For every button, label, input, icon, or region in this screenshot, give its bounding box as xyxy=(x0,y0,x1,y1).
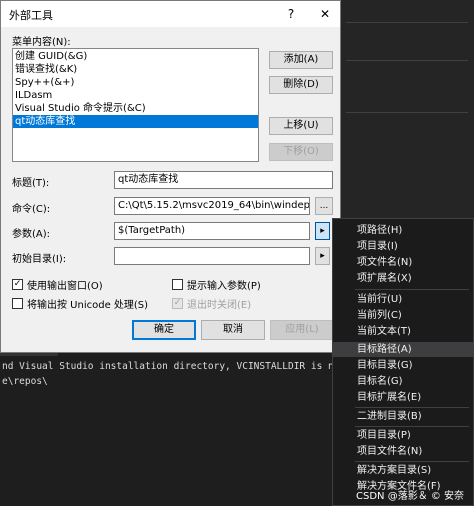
use-output-window-label: 使用输出窗口(O) xyxy=(27,281,103,292)
move-down-button[interactable]: 下移(O) xyxy=(269,143,333,161)
checkbox-box[interactable] xyxy=(172,279,183,290)
close-on-exit-label: 退出时关闭(E) xyxy=(187,300,252,311)
browse-button[interactable]: ... xyxy=(315,197,333,215)
checkbox-box[interactable]: ✓ xyxy=(172,298,183,309)
dialog-title: 外部工具 xyxy=(9,9,53,22)
editor-divider xyxy=(346,22,468,23)
checkbox-box[interactable]: ✓ xyxy=(12,279,23,290)
menu-separator xyxy=(355,426,469,427)
cancel-button[interactable]: 取消 xyxy=(201,320,265,340)
list-item[interactable]: ILDasm xyxy=(13,89,258,102)
initial-directory-label: 初始目录(I): xyxy=(12,254,67,265)
menu-contents-label: 菜单内容(N): xyxy=(12,37,71,48)
menu-item[interactable]: 目标名(G) xyxy=(333,374,473,389)
menu-item[interactable]: 当前行(U) xyxy=(333,292,473,307)
delete-button[interactable]: 删除(D) xyxy=(269,76,333,94)
unicode-output-checkbox[interactable]: 将输出按 Unicode 处理(S) xyxy=(12,296,148,311)
close-on-exit-checkbox[interactable]: ✓ 退出时关闭(E) xyxy=(172,296,251,311)
add-button[interactable]: 添加(A) xyxy=(269,51,333,69)
ok-button[interactable]: 确定 xyxy=(132,320,196,340)
close-icon[interactable]: ✕ xyxy=(314,4,336,24)
title-label: 标题(T): xyxy=(12,178,50,189)
editor-divider xyxy=(346,60,468,61)
list-item[interactable]: Visual Studio 命令提示(&C) xyxy=(13,102,258,115)
menu-item[interactable]: 当前文本(T) xyxy=(333,324,473,339)
menu-item[interactable]: 项目文件名(N) xyxy=(333,444,473,459)
output-line: e\repos\ xyxy=(2,376,48,387)
unicode-output-label: 将输出按 Unicode 处理(S) xyxy=(27,300,149,311)
watermark: CSDN @落影＆ © 安奈 xyxy=(356,491,465,502)
arguments-label: 参数(A): xyxy=(12,229,51,240)
menu-item[interactable]: 目标目录(G) xyxy=(333,358,473,373)
menu-item[interactable]: 二进制目录(B) xyxy=(333,409,473,424)
prompt-arguments-label: 提示输入参数(P) xyxy=(187,281,261,292)
menu-item[interactable]: 解决方案目录(S) xyxy=(333,463,473,478)
list-item[interactable]: 错误查找(&K) xyxy=(13,63,258,76)
editor-divider xyxy=(346,112,468,113)
output-panel: nd Visual Studio installation directory,… xyxy=(0,340,374,506)
apply-button[interactable]: 应用(L) xyxy=(270,320,334,340)
menu-item-highlighted[interactable]: 目标路径(A) xyxy=(333,342,473,357)
macro-context-menu: 项路径(H) 项目录(I) 项文件名(N) 项扩展名(X) 当前行(U) 当前列… xyxy=(332,218,474,506)
menu-item[interactable]: 项路径(H) xyxy=(333,223,473,238)
list-item[interactable]: 创建 GUID(&G) xyxy=(13,50,258,63)
menu-item[interactable]: 目标扩展名(E) xyxy=(333,390,473,405)
dialog-titlebar[interactable]: 外部工具 ? ✕ xyxy=(1,1,340,27)
arguments-menu-arrow-icon[interactable]: ▸ xyxy=(315,222,330,240)
external-tools-dialog: 外部工具 ? ✕ 菜单内容(N): 创建 GUID(&G) 错误查找(&K) S… xyxy=(0,0,341,353)
menu-item[interactable]: 当前列(C) xyxy=(333,308,473,323)
use-output-window-checkbox[interactable]: ✓ 使用输出窗口(O) xyxy=(12,277,103,292)
ide-editor-strip xyxy=(340,0,474,230)
menu-item[interactable]: 项扩展名(X) xyxy=(333,271,473,286)
menu-item[interactable]: 项目录(I) xyxy=(333,239,473,254)
menu-item[interactable]: 项文件名(N) xyxy=(333,255,473,270)
title-input[interactable]: qt动态库查找 xyxy=(114,171,333,189)
tools-listbox[interactable]: 创建 GUID(&G) 错误查找(&K) Spy++(&+) ILDasm Vi… xyxy=(12,48,259,162)
help-button[interactable]: ? xyxy=(280,4,302,24)
menu-separator xyxy=(355,289,469,290)
list-item-selected[interactable]: qt动态库查找 xyxy=(13,115,258,128)
initial-directory-menu-arrow-icon[interactable]: ▸ xyxy=(315,247,330,265)
prompt-arguments-checkbox[interactable]: 提示输入参数(P) xyxy=(172,277,261,292)
move-up-button[interactable]: 上移(U) xyxy=(269,117,333,135)
menu-item[interactable]: 项目目录(P) xyxy=(333,428,473,443)
menu-separator xyxy=(355,407,469,408)
initial-directory-input[interactable] xyxy=(114,247,310,265)
output-line: nd Visual Studio installation directory,… xyxy=(2,361,374,372)
list-item[interactable]: Spy++(&+) xyxy=(13,76,258,89)
command-input[interactable]: C:\Qt\5.15.2\msvc2019_64\bin\windeployqt… xyxy=(114,197,310,215)
menu-separator xyxy=(355,461,469,462)
checkbox-box[interactable] xyxy=(12,298,23,309)
arguments-input[interactable]: $(TargetPath) xyxy=(114,222,310,240)
command-label: 命令(C): xyxy=(12,204,51,215)
